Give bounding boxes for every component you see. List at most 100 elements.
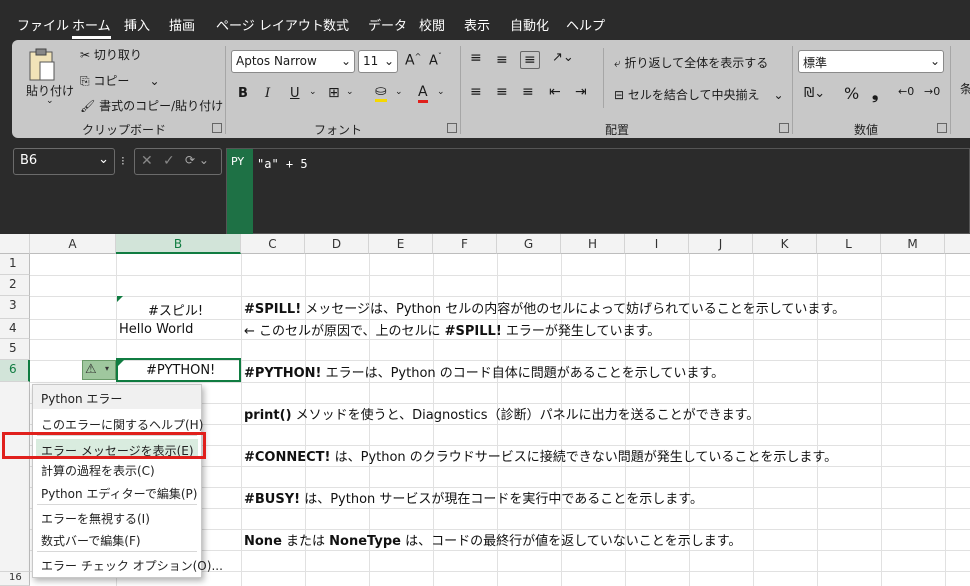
align-center-icon[interactable]: ≡ <box>496 84 508 100</box>
borders-icon[interactable]: ⊞ <box>328 85 340 101</box>
row-header-2[interactable]: 2 <box>0 275 30 296</box>
error-options-button[interactable]: ⚠ ▾ <box>82 360 116 380</box>
cell-c3[interactable]: #SPILL! メッセージは、Python セルの内容が他のセルによって妨げられ… <box>244 298 845 317</box>
cell-c14[interactable]: None または NoneType は、コードの最終行が値を返していないことを示… <box>244 530 741 549</box>
name-box[interactable]: B6 ⌄ <box>13 148 115 175</box>
fill-color-icon[interactable]: ⛀ <box>375 83 387 102</box>
menu-item-help[interactable]: このエラーに関するヘルプ(H) <box>41 416 203 433</box>
align-right-icon[interactable]: ≡ <box>522 84 534 100</box>
cell-b6[interactable]: #PYTHON! <box>146 363 215 378</box>
currency-icon[interactable]: ₪⌄ <box>804 86 825 101</box>
tab-file[interactable]: ファイル <box>17 15 69 34</box>
menu-item-python-editor[interactable]: Python エディターで編集(P) <box>41 485 197 502</box>
menu-header: Python エラー <box>33 385 201 409</box>
align-top-icon[interactable]: ≡ <box>470 50 482 66</box>
cell-c10[interactable]: #CONNECT! は、Python のクラウドサービスに接続できない問題が発生… <box>244 446 837 465</box>
tab-page-layout[interactable]: ページ レイアウト <box>216 15 324 34</box>
font-size-select[interactable]: 11 ⌄ <box>358 50 398 73</box>
increase-decimal-icon[interactable]: ←0 <box>898 85 914 98</box>
row-header-16[interactable]: 16 <box>0 572 30 586</box>
col-header-g[interactable]: G <box>497 234 561 254</box>
orientation-icon[interactable]: ↗⌄ <box>552 50 574 65</box>
col-header-n[interactable] <box>945 234 970 254</box>
shrink-font-button[interactable]: Aˇ <box>429 52 442 68</box>
italic-button[interactable]: I <box>265 86 270 101</box>
row-header-4[interactable]: 4 <box>0 319 30 339</box>
col-header-f[interactable]: F <box>433 234 497 254</box>
cell-b4[interactable]: Hello World <box>119 322 193 337</box>
increase-indent-icon[interactable]: ⇥ <box>575 84 587 100</box>
merge-center-button[interactable]: ⊟ セルを結合して中央揃え ⌄ <box>614 86 784 103</box>
font-name-select[interactable]: Aptos Narrow ⌄ <box>231 50 355 73</box>
tab-draw[interactable]: 描画 <box>169 15 195 34</box>
tab-review[interactable]: 校閲 <box>419 15 445 34</box>
number-format-select[interactable]: 標準 ⌄ <box>798 50 944 73</box>
underline-button[interactable]: U <box>290 86 300 101</box>
col-header-d[interactable]: D <box>305 234 369 254</box>
col-header-k[interactable]: K <box>753 234 817 254</box>
col-header-h[interactable]: H <box>561 234 625 254</box>
menu-item-error-check-options[interactable]: エラー チェック オプション(O)... <box>41 557 223 574</box>
align-middle-icon[interactable]: ≡ <box>496 52 508 68</box>
cancel-icon[interactable]: ✕ <box>141 153 153 169</box>
row-header-3[interactable]: 3 <box>0 296 30 319</box>
col-header-l[interactable]: L <box>817 234 881 254</box>
font-color-icon[interactable]: A <box>418 84 428 103</box>
cell-c12[interactable]: #BUSY! は、Python サービスが現在コードを実行中であることを示します… <box>244 488 703 507</box>
tab-insert[interactable]: 挿入 <box>124 15 150 34</box>
decrease-indent-icon[interactable]: ⇤ <box>549 84 561 100</box>
tab-help[interactable]: ヘルプ <box>566 15 605 34</box>
bold-button[interactable]: B <box>238 86 248 101</box>
col-header-j[interactable]: J <box>689 234 753 254</box>
col-header-a[interactable]: A <box>30 234 116 254</box>
dialog-launcher-icon[interactable] <box>212 123 222 133</box>
enter-icon[interactable]: ✓ <box>163 153 175 169</box>
chevron-down-icon[interactable]: ⌄ <box>437 87 445 97</box>
cell-c4[interactable]: ← このセルが原因で、上のセルに #SPILL! エラーが発生しています。 <box>244 320 660 339</box>
percent-button[interactable]: % <box>844 84 859 103</box>
format-painter-button[interactable]: 🖌 書式のコピー/貼り付け <box>80 97 223 114</box>
chevron-down-icon[interactable]: ⌄ <box>346 87 354 97</box>
col-header-i[interactable]: I <box>625 234 689 254</box>
tab-home[interactable]: ホーム <box>72 15 111 39</box>
formula-text: "a" + 5 <box>257 157 308 171</box>
cell-c8[interactable]: print() メソッドを使うと、Diagnostics（診断）パネルに出力を送… <box>244 404 759 423</box>
cell-b3[interactable]: #スピル! <box>148 300 203 319</box>
decrease-decimal-icon[interactable]: →0 <box>924 85 940 98</box>
tab-automate[interactable]: 自動化 <box>510 15 549 34</box>
menu-item-show-calc-steps[interactable]: 計算の過程を表示(C) <box>41 462 155 479</box>
menu-item-edit-formula-bar[interactable]: 数式バーで編集(F) <box>41 532 141 549</box>
chevron-down-icon: ⌄ <box>383 54 394 68</box>
tab-formulas[interactable]: 数式 <box>323 15 349 34</box>
tab-view[interactable]: 表示 <box>464 15 490 34</box>
cell-c6[interactable]: #PYTHON! エラーは、Python のコード自体に問題があることを示してい… <box>244 362 724 381</box>
select-all-corner[interactable] <box>0 234 30 254</box>
chevron-down-icon: ⌄ <box>929 54 940 68</box>
col-header-e[interactable]: E <box>369 234 433 254</box>
row-header-5[interactable]: 5 <box>0 339 30 360</box>
chevron-down-icon[interactable]: ⌄ <box>46 96 54 106</box>
python-insert-icon[interactable]: ⟳ ⌄ <box>185 153 209 167</box>
chevron-down-icon[interactable]: ⌄ <box>309 87 317 97</box>
dialog-launcher-icon[interactable] <box>779 123 789 133</box>
align-left-icon[interactable]: ≡ <box>470 84 482 100</box>
col-header-b[interactable]: B <box>116 234 241 254</box>
chevron-down-icon[interactable]: ⌄ <box>395 87 403 97</box>
wrap-text-button[interactable]: ⤶ 折り返して全体を表示する <box>614 54 768 71</box>
grow-font-button[interactable]: A^ <box>405 52 421 69</box>
align-bottom-icon[interactable]: ≡ <box>520 51 540 69</box>
col-header-m[interactable]: M <box>881 234 945 254</box>
dialog-launcher-icon[interactable] <box>937 123 947 133</box>
paste-button[interactable] <box>26 48 62 82</box>
row-header-1[interactable]: 1 <box>0 254 30 275</box>
menu-item-ignore-error[interactable]: エラーを無視する(I) <box>41 510 150 527</box>
copy-button[interactable]: ⎘ コピー ⌄ <box>80 72 160 89</box>
dialog-launcher-icon[interactable] <box>447 123 457 133</box>
conditional-format-icon[interactable]: 条 <box>960 80 970 97</box>
cut-button[interactable]: ✂ 切り取り <box>80 46 142 63</box>
col-header-c[interactable]: C <box>241 234 305 254</box>
row-header-6[interactable]: 6 <box>0 360 30 382</box>
comma-button[interactable]: ❟ <box>872 84 878 104</box>
formula-input[interactable]: PY "a" + 5 <box>226 148 970 235</box>
tab-data[interactable]: データ <box>368 15 407 34</box>
